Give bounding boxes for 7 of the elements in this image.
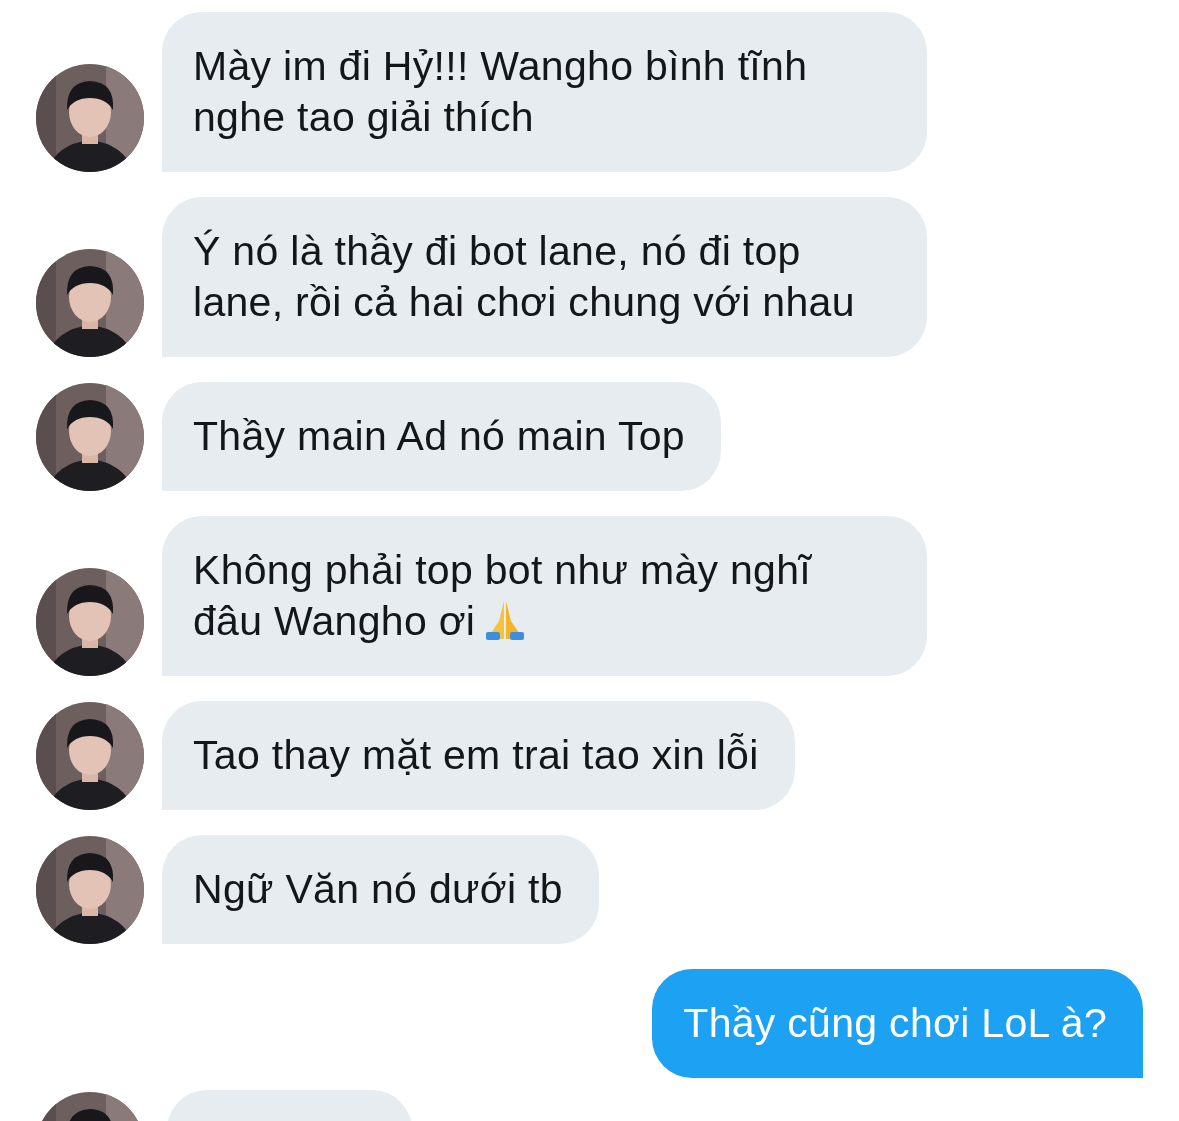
message-bubble: Mày im đi Hỷ!!! Wangho bình tĩnh nghe tao giải thích <box>162 12 927 172</box>
message-bubble: Tao thay mặt em trai tao xin lỗi <box>162 701 795 810</box>
message-bubble: Thầy main Ad nó main Top <box>162 382 721 491</box>
message-bubble: Không phải top bot như mày nghĩ đâu Wangho ơi <box>162 516 927 676</box>
message-bubble: Ngữ Văn nó dưới tb <box>162 835 599 944</box>
message-bubble: Thầy cũng chơi LoL à? <box>652 969 1143 1078</box>
message-bubble: Ý nó là thầy đi bot lane, nó đi top lane, rồi cả hai chơi chung với nhau <box>162 197 927 357</box>
